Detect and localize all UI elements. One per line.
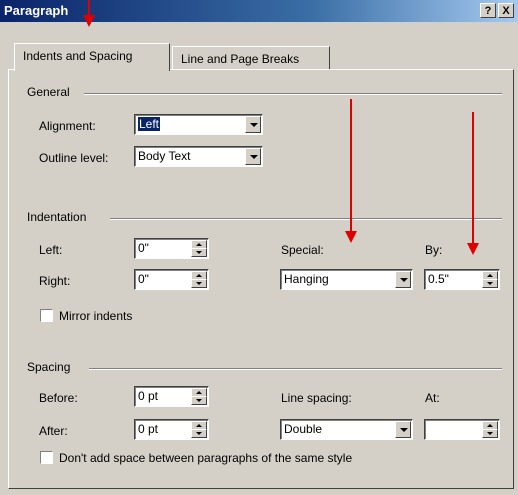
tab-line-and-page-breaks[interactable]: Line and Page Breaks xyxy=(172,46,330,70)
tab-panel xyxy=(8,69,514,489)
window-title: Paragraph xyxy=(4,3,69,18)
close-button[interactable]: X xyxy=(498,3,514,18)
annotation-arrow-tab-line xyxy=(88,0,90,16)
annotation-arrow-by-head xyxy=(467,243,479,255)
tab-breaks-label: Line and Page Breaks xyxy=(181,52,300,66)
title-bar xyxy=(0,0,518,22)
tab-indents-and-spacing[interactable]: Indents and Spacing xyxy=(14,43,170,71)
annotation-arrow-by-line xyxy=(472,112,474,244)
tab-indents-label: Indents and Spacing xyxy=(23,49,133,63)
annotation-arrow-tab-head xyxy=(83,15,95,27)
annotation-arrow-special-head xyxy=(345,231,357,243)
help-button[interactable]: ? xyxy=(480,3,496,18)
annotation-arrow-special-line xyxy=(350,99,352,232)
